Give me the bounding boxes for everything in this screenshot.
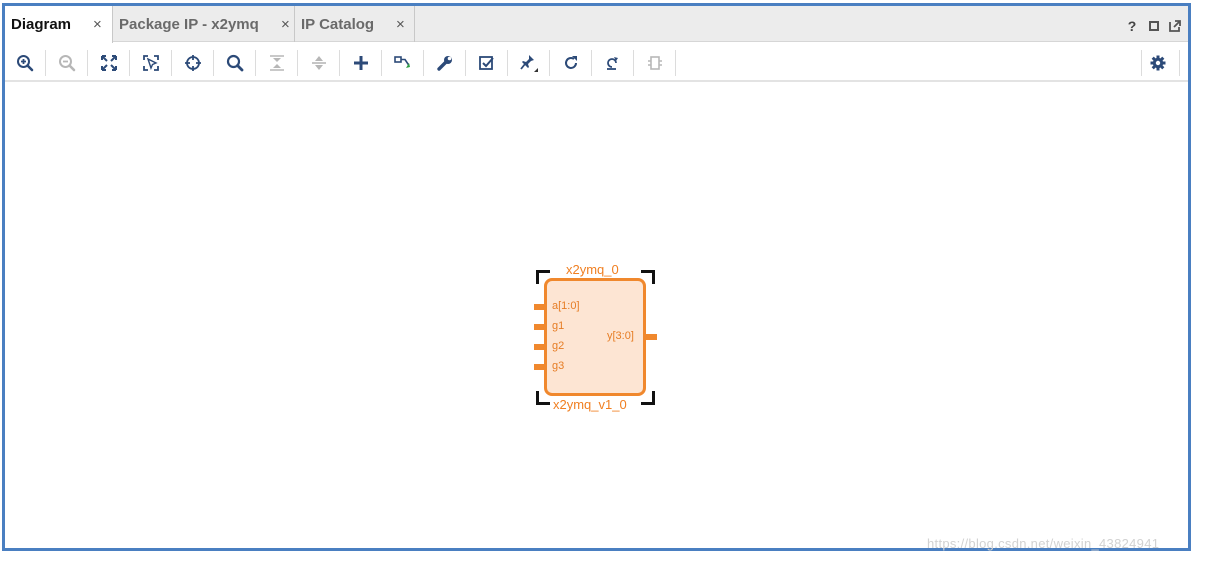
close-icon[interactable]: × (396, 16, 405, 33)
tab-ip-catalog-label: IP Catalog (301, 15, 375, 33)
regenerate-layout-icon[interactable] (600, 51, 626, 75)
tab-package-ip-label: Package IP - x2ymq (119, 15, 259, 33)
diagram-canvas[interactable]: x2ymq_0 a[1:0] g1 g2 g3 y[3:0] x2ymq_v1_… (5, 84, 1188, 548)
output-pin[interactable] (646, 334, 657, 340)
input-pin[interactable] (534, 344, 545, 350)
add-ip-icon[interactable] (348, 51, 374, 75)
wrench-icon[interactable] (432, 51, 458, 75)
close-icon[interactable]: × (281, 16, 290, 33)
zoom-fit-icon[interactable] (96, 51, 122, 75)
tab-bar: Diagram × Package IP - x2ymq × IP Catalo… (5, 6, 1188, 43)
zoom-out-icon[interactable] (54, 51, 80, 75)
input-pin[interactable] (534, 364, 545, 370)
float-window-icon[interactable] (1167, 18, 1183, 34)
port-label: y[3:0] (607, 330, 634, 342)
port-label: a[1:0] (552, 300, 580, 312)
refresh-icon[interactable] (558, 51, 584, 75)
search-icon[interactable] (222, 51, 248, 75)
zoom-in-icon[interactable] (12, 51, 38, 75)
tab-ip-catalog[interactable]: IP Catalog × (295, 6, 415, 42)
port-label: g1 (552, 320, 565, 332)
pin-icon[interactable] (516, 51, 542, 75)
validate-icon[interactable] (474, 51, 500, 75)
tab-diagram[interactable]: Diagram × (5, 6, 113, 43)
block-module-name: x2ymq_v1_0 (553, 397, 627, 412)
fit-selection-icon[interactable] (138, 51, 164, 75)
port-label: g2 (552, 340, 565, 352)
make-connection-icon[interactable] (390, 51, 416, 75)
watermark: https://blog.csdn.net/weixin_43824941 (927, 536, 1160, 551)
center-icon[interactable] (180, 51, 206, 75)
diagram-window: Diagram × Package IP - x2ymq × IP Catalo… (2, 3, 1191, 551)
diagram-toolbar (5, 43, 1188, 82)
help-icon[interactable]: ? (1124, 18, 1140, 34)
input-pin[interactable] (534, 304, 545, 310)
tab-package-ip[interactable]: Package IP - x2ymq × (113, 6, 295, 42)
settings-icon[interactable] (1145, 51, 1171, 75)
close-icon[interactable]: × (93, 16, 102, 33)
collapse-icon[interactable] (264, 51, 290, 75)
hierarchy-icon[interactable] (642, 51, 668, 75)
block-instance-name: x2ymq_0 (566, 262, 619, 277)
input-pin[interactable] (534, 324, 545, 330)
port-label: g3 (552, 360, 565, 372)
maximize-icon[interactable] (1146, 18, 1162, 34)
expand-icon[interactable] (306, 51, 332, 75)
tab-diagram-label: Diagram (11, 16, 72, 33)
